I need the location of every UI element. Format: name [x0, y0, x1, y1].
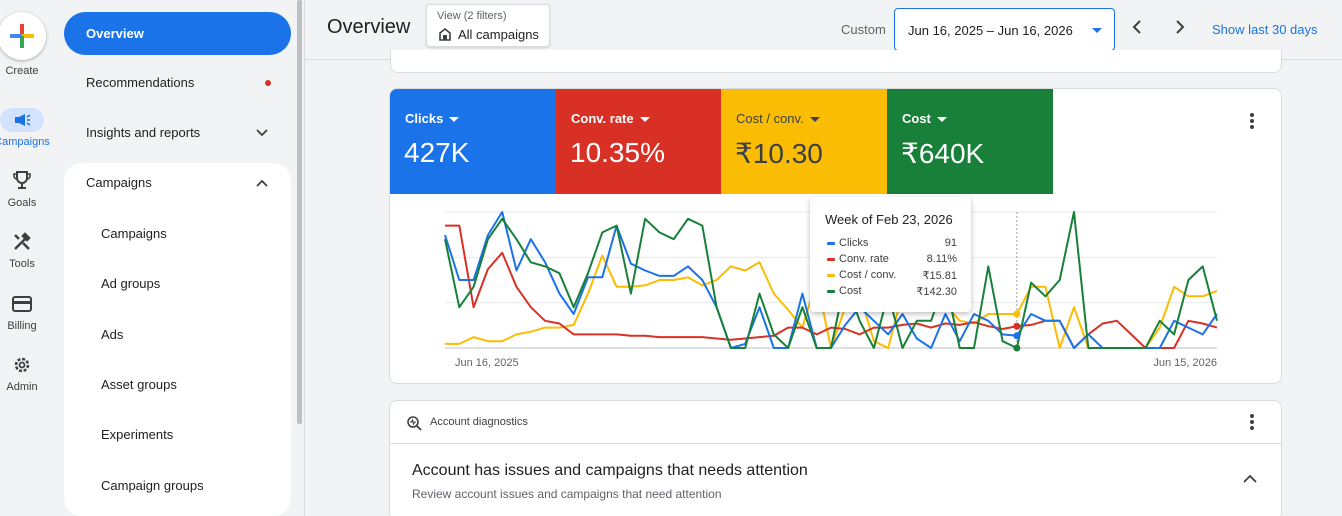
nav-label: Insights and reports [86, 125, 201, 140]
chevron-left-icon[interactable] [1129, 18, 1145, 36]
tooltip-row: Clicks 91 [827, 237, 957, 251]
create-button[interactable] [0, 12, 46, 60]
rail-item-goals[interactable]: Goals [0, 169, 52, 209]
dropdown-arrow-icon [809, 117, 820, 123]
show-last-30-days-link[interactable]: Show last 30 days [1212, 22, 1318, 37]
chevron-right-icon[interactable] [1172, 18, 1188, 36]
chevron-down-icon [256, 129, 268, 137]
metric-value: 10.35% [570, 137, 665, 168]
rail-item-label: Admin [6, 381, 38, 393]
nav-recommendations[interactable]: Recommendations [64, 61, 291, 105]
previous-card-bottom [390, 50, 1282, 73]
metric-value: ₹10.30 [735, 138, 823, 169]
metric-name[interactable]: Cost [902, 111, 947, 126]
hover-marker [1013, 310, 1021, 318]
hover-marker [1013, 332, 1021, 340]
rail-item-label: Tools [9, 258, 35, 270]
metric-name[interactable]: Cost / conv. [736, 111, 820, 126]
nav-sub-campaigns[interactable]: Campaigns [64, 212, 291, 256]
chevron-up-icon[interactable] [1243, 474, 1257, 484]
chevron-up-icon [256, 179, 268, 187]
metric-cost[interactable]: Cost ₹640K [887, 89, 1053, 194]
dropdown-arrow-icon [449, 117, 460, 123]
megaphone-icon [0, 108, 52, 132]
plus-icon [10, 24, 34, 48]
metric-name[interactable]: Clicks [405, 111, 460, 126]
credit-card-icon [12, 296, 32, 312]
metric-name[interactable]: Conv. rate [571, 111, 650, 126]
sidenav-scrollbar[interactable] [297, 0, 302, 424]
nav-insights[interactable]: Insights and reports [64, 111, 291, 155]
tooltip-row: Cost ₹142.30 [827, 285, 957, 299]
metric-clicks[interactable]: Clicks 427K [390, 89, 556, 194]
rail-item-label: Goals [7, 197, 37, 209]
nav-overview[interactable]: Overview [64, 12, 291, 55]
left-rail: Create Campaigns Goals Tools Billing Adm… [0, 0, 50, 516]
view-filter-chip[interactable]: View (2 filters) All campaigns [426, 4, 550, 47]
hover-marker [1013, 344, 1021, 352]
gear-icon [14, 357, 30, 373]
nav-campaigns-section[interactable]: Campaigns [64, 161, 291, 205]
more-options-icon[interactable] [1250, 113, 1254, 129]
dropdown-arrow-icon [639, 117, 650, 123]
nav-label: Recommendations [86, 75, 195, 90]
notification-dot [265, 80, 271, 86]
nav-sub-ad-groups[interactable]: Ad groups [64, 262, 291, 306]
view-value: All campaigns [458, 27, 539, 42]
side-navigation: Overview Recommendations Insights and re… [56, 0, 300, 516]
diagnostics-title: Account has issues and campaigns that ne… [412, 462, 808, 479]
building-icon [439, 27, 451, 41]
trophy-icon [13, 171, 31, 189]
nav-sub-experiments[interactable]: Experiments [64, 413, 291, 457]
metric-value: 427K [404, 137, 470, 168]
nav-sub-ads[interactable]: Ads [64, 313, 291, 357]
diagnostics-subtitle: Review account issues and campaigns that… [412, 487, 722, 501]
search-diagnostics-icon [407, 416, 422, 431]
x-axis-end-label: Jun 15, 2026 [1153, 357, 1217, 369]
date-range-picker[interactable]: Jun 16, 2025 – Jun 16, 2026 [894, 8, 1115, 51]
chart-tooltip: Week of Feb 23, 2026 Clicks 91 Conv. rate… [810, 197, 971, 312]
divider [304, 0, 305, 516]
more-options-icon[interactable] [1250, 414, 1254, 430]
rail-item-admin[interactable]: Admin [0, 353, 52, 393]
nav-label: Campaigns [86, 175, 152, 190]
metric-conv-rate[interactable]: Conv. rate 10.35% [556, 89, 722, 194]
tooltip-row: Cost / conv. ₹15.81 [827, 269, 957, 283]
rail-item-campaigns[interactable]: Campaigns [0, 108, 52, 148]
google-ads-app: Create Campaigns Goals Tools Billing Adm… [0, 0, 1342, 516]
metric-cost-per-conv[interactable]: Cost / conv. ₹10.30 [721, 89, 887, 194]
account-diagnostics-card: Account diagnostics Account has issues a… [389, 400, 1282, 516]
diagnostics-header-label: Account diagnostics [430, 416, 528, 428]
nav-sub-asset-groups[interactable]: Asset groups [64, 363, 291, 407]
x-axis-start-label: Jun 16, 2025 [455, 357, 519, 369]
date-mode-label: Custom [841, 22, 886, 37]
rail-item-label: Billing [7, 320, 37, 332]
diagnostics-header: Account diagnostics [390, 401, 1281, 444]
hover-marker [1013, 322, 1021, 330]
rail-item-billing[interactable]: Billing [0, 292, 52, 332]
rail-item-tools[interactable]: Tools [0, 230, 52, 270]
tooltip-row: Conv. rate 8.11% [827, 253, 957, 267]
page-title: Overview [327, 16, 411, 38]
dropdown-arrow-icon [936, 117, 947, 123]
nav-sub-campaign-groups[interactable]: Campaign groups [64, 464, 291, 508]
rail-item-label: Campaigns [0, 136, 50, 148]
metric-value: ₹640K [901, 138, 985, 169]
view-label: View (2 filters) [437, 10, 507, 22]
tools-icon [14, 232, 31, 250]
dropdown-arrow-icon [1092, 28, 1102, 33]
rail-create-label: Create [5, 65, 39, 77]
date-range-value: Jun 16, 2025 – Jun 16, 2026 [908, 23, 1073, 38]
tooltip-title: Week of Feb 23, 2026 [825, 212, 953, 227]
